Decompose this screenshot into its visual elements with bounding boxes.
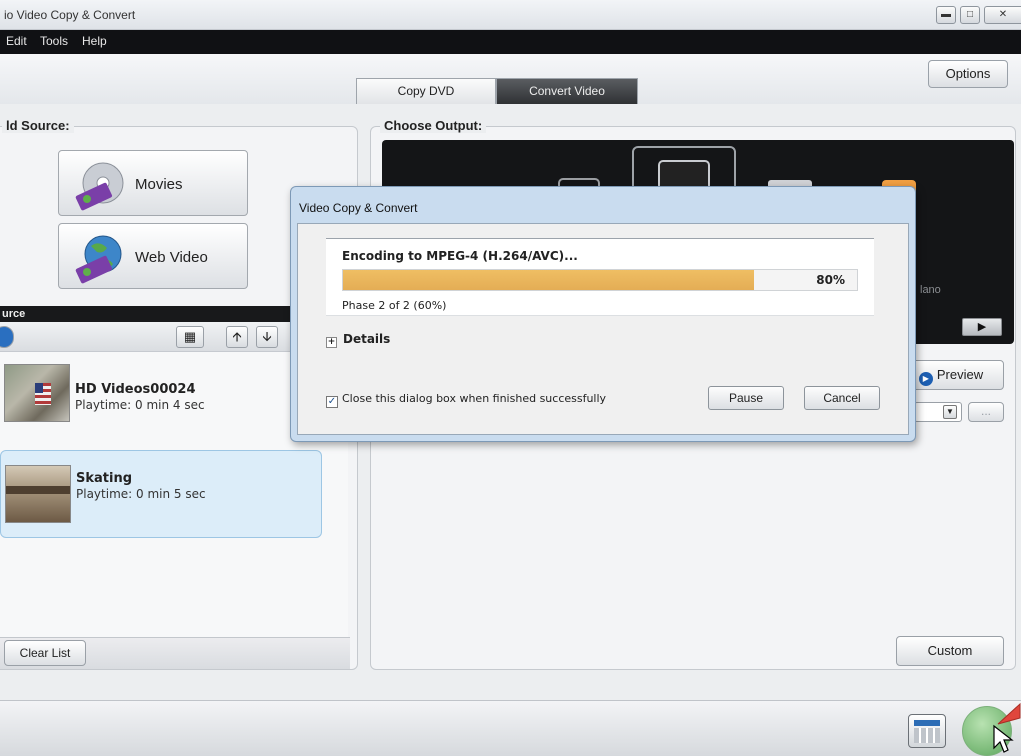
cancel-button[interactable]: Cancel	[804, 386, 880, 410]
move-down-icon[interactable]: 🡫	[256, 326, 278, 348]
list-item-playtime: Playtime: 0 min 5 sec	[76, 487, 206, 501]
list-item-title: Skating	[76, 471, 133, 486]
move-up-icon[interactable]: 🡩	[226, 326, 248, 348]
list-item-title: HD Videos00024	[75, 382, 196, 397]
pause-button[interactable]: Pause	[708, 386, 784, 410]
tab-copy-dvd[interactable]: Copy DVD	[356, 78, 496, 104]
menu-bar: Edit Tools Help	[0, 30, 1021, 54]
encoding-status-box: Encoding to MPEG-4 (H.264/AVC)... 80% Ph…	[326, 238, 874, 316]
video-thumbnail	[5, 465, 71, 523]
dialog-title: Video Copy & Convert	[299, 201, 418, 215]
options-button[interactable]: Options	[928, 60, 1008, 88]
output-format-select[interactable]: ▼	[914, 402, 962, 422]
minimize-icon[interactable]: ▬	[936, 6, 956, 24]
chevron-down-icon: ▼	[943, 405, 957, 419]
video-thumbnail	[4, 364, 70, 422]
title-bar: io Video Copy & Convert ▬ □ ✕	[0, 0, 1021, 30]
globe-film-icon	[75, 235, 122, 284]
preview-button-label: Preview	[936, 367, 984, 382]
add-source-icon[interactable]	[0, 326, 14, 348]
phase-text: Phase 2 of 2 (60%)	[342, 299, 447, 312]
menu-item-edit[interactable]: Edit	[6, 34, 27, 48]
carousel-next-icon[interactable]: ▶	[962, 318, 1002, 336]
clear-list-button[interactable]: Clear List	[4, 640, 86, 666]
list-item[interactable]: Skating Playtime: 0 min 5 sec	[0, 450, 322, 538]
checkbox-label: Close this dialog box when finished succ…	[342, 392, 607, 405]
device-label: lano	[920, 284, 941, 296]
checkmark-icon: ✓	[326, 396, 338, 408]
movies-button[interactable]: Movies	[58, 150, 248, 216]
disc-film-icon	[75, 162, 124, 211]
red-arrow-icon	[997, 702, 1021, 725]
menu-item-help[interactable]: Help	[82, 34, 107, 48]
close-icon[interactable]: ✕	[984, 6, 1021, 24]
details-label: Details	[343, 332, 391, 346]
edit-clip-icon[interactable]: ▦	[176, 326, 204, 348]
browse-button[interactable]: ...	[968, 402, 1004, 422]
progress-bar: 80%	[342, 269, 858, 291]
dialog-body: Encoding to MPEG-4 (H.264/AVC)... 80% Ph…	[297, 223, 909, 435]
footer-bar	[0, 700, 1021, 756]
tab-convert-video[interactable]: Convert Video	[496, 78, 638, 104]
source-panel-title: ld Source:	[2, 118, 74, 133]
window-title: io Video Copy & Convert	[4, 8, 136, 22]
progress-percent: 80%	[816, 273, 845, 287]
menu-item-tools[interactable]: Tools	[40, 34, 68, 48]
list-item[interactable]: HD Videos00024 Playtime: 0 min 4 sec	[0, 362, 322, 450]
custom-button[interactable]: Custom	[896, 636, 1004, 666]
maximize-icon[interactable]: □	[960, 6, 980, 24]
cursor-icon	[993, 724, 1014, 753]
encoding-label: Encoding to MPEG-4 (H.264/AVC)...	[342, 249, 578, 263]
calendar-icon[interactable]	[908, 714, 946, 748]
list-item-playtime: Playtime: 0 min 4 sec	[75, 398, 205, 412]
encoding-dialog: Video Copy & Convert Encoding to MPEG-4 …	[290, 186, 916, 442]
web-video-button-label: Web Video	[135, 249, 208, 266]
close-when-finished-checkbox[interactable]: ✓ Close this dialog box when finished suc…	[326, 392, 606, 408]
details-toggle[interactable]: + Details	[326, 332, 390, 348]
play-icon: ▶	[918, 372, 933, 386]
progress-fill	[343, 270, 754, 290]
expand-icon: +	[326, 337, 337, 348]
movies-button-label: Movies	[135, 176, 183, 193]
web-video-button[interactable]: Web Video	[58, 223, 248, 289]
output-panel-title: Choose Output:	[380, 118, 487, 133]
